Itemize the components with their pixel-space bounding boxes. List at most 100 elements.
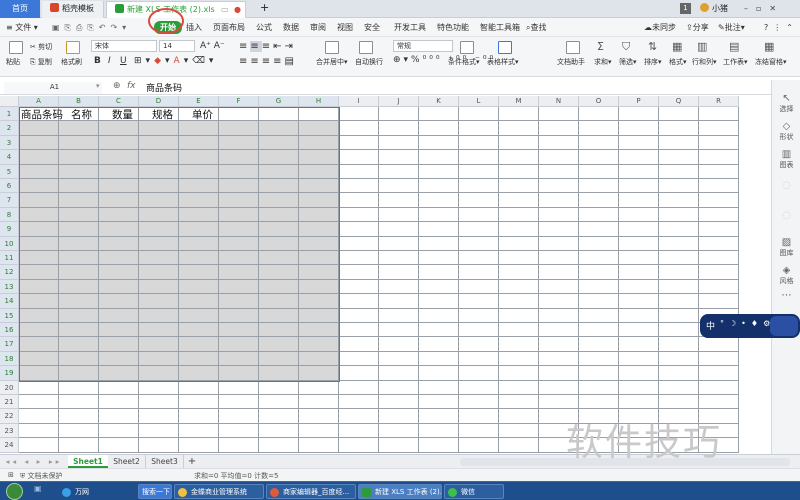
cell[interactable]	[379, 337, 419, 352]
cell[interactable]	[539, 251, 579, 266]
cell[interactable]	[699, 366, 739, 381]
cell[interactable]	[219, 423, 259, 439]
cell[interactable]	[659, 164, 699, 179]
menu-page-layout[interactable]: 页面布局	[213, 21, 245, 34]
cell[interactable]	[19, 395, 59, 410]
cell[interactable]	[499, 179, 539, 194]
cell[interactable]	[139, 380, 179, 395]
cell[interactable]	[379, 380, 419, 395]
menu-developer[interactable]: 开发工具	[394, 21, 426, 34]
cell[interactable]	[539, 380, 579, 395]
row-header-9[interactable]: 9	[0, 222, 19, 237]
column-header-q[interactable]: Q	[659, 96, 699, 107]
cell[interactable]	[499, 121, 539, 136]
cell[interactable]	[139, 409, 179, 424]
row-header-11[interactable]: 11	[0, 251, 19, 266]
cell[interactable]	[339, 409, 379, 424]
cell[interactable]	[419, 438, 459, 453]
paste-button[interactable]: 粘贴	[6, 57, 20, 67]
cell[interactable]	[539, 279, 579, 295]
cell[interactable]	[339, 279, 379, 295]
cell[interactable]	[539, 164, 579, 179]
cell[interactable]	[259, 380, 299, 395]
cell[interactable]	[379, 265, 419, 280]
sheet-button[interactable]: 工作表▾	[723, 57, 748, 67]
cell[interactable]	[539, 236, 579, 251]
menu-file[interactable]: ≡ 文件 ▾	[6, 21, 38, 34]
start-button[interactable]	[6, 483, 23, 500]
cell[interactable]	[59, 395, 99, 410]
cell[interactable]	[459, 251, 499, 266]
more-icon[interactable]: ⋯	[772, 290, 800, 301]
cell[interactable]	[699, 265, 739, 280]
cell[interactable]	[419, 150, 459, 165]
cell[interactable]	[539, 135, 579, 151]
cell[interactable]	[539, 294, 579, 309]
notification-badge[interactable]: 1	[680, 3, 691, 14]
row-header-24[interactable]: 24	[0, 438, 19, 453]
format-painter-button[interactable]: 格式刷	[61, 57, 82, 67]
cell[interactable]	[419, 265, 459, 280]
cell[interactable]	[419, 164, 459, 179]
cell[interactable]	[499, 337, 539, 352]
quick-access-icons[interactable]: ▣⎘⎙⎘↶↷▾	[52, 21, 131, 34]
cell[interactable]	[699, 121, 739, 136]
cell[interactable]	[699, 351, 739, 367]
cell[interactable]	[459, 236, 499, 251]
number-format-select[interactable]: 常规	[393, 40, 453, 52]
cell[interactable]	[499, 251, 539, 266]
cell[interactable]	[339, 193, 379, 208]
cell[interactable]	[539, 351, 579, 367]
cell[interactable]	[659, 179, 699, 194]
cell[interactable]	[339, 323, 379, 338]
cell[interactable]	[379, 294, 419, 309]
side-select[interactable]: ↖ 选择	[772, 93, 800, 114]
wrap-button[interactable]: 自动换行	[355, 57, 383, 67]
cell[interactable]	[139, 438, 179, 453]
sheet-tab-3[interactable]: Sheet3	[146, 455, 184, 468]
cell[interactable]	[339, 366, 379, 381]
cell[interactable]	[579, 222, 619, 237]
window-controls[interactable]: –▫✕	[744, 1, 784, 18]
row-header-17[interactable]: 17	[0, 337, 19, 352]
row-header-8[interactable]: 8	[0, 207, 19, 223]
font-select[interactable]: 宋体	[91, 40, 157, 52]
new-tab-button[interactable]: +	[252, 0, 269, 17]
close-tab-icon[interactable]: ●	[234, 2, 241, 18]
cell[interactable]	[379, 135, 419, 151]
cell[interactable]	[379, 121, 419, 136]
cell[interactable]	[499, 279, 539, 295]
cell[interactable]	[499, 265, 539, 280]
cell[interactable]	[539, 150, 579, 165]
cell[interactable]	[139, 423, 179, 439]
menu-smart-tools[interactable]: 智能工具箱	[480, 21, 520, 34]
cell[interactable]	[659, 323, 699, 338]
side-shape[interactable]: ◇ 形状	[772, 121, 800, 142]
cond-format-button[interactable]: 条件格式▾	[448, 57, 480, 67]
cell[interactable]	[579, 179, 619, 194]
cell[interactable]	[59, 423, 99, 439]
cell[interactable]	[179, 380, 219, 395]
zoom-fx-icon[interactable]: ⊕	[113, 81, 121, 91]
cell[interactable]	[619, 366, 659, 381]
comment-button[interactable]: ✎批注▾	[718, 21, 745, 34]
cell[interactable]	[699, 294, 739, 309]
sheet-tab-1[interactable]: Sheet1	[68, 455, 108, 468]
column-header-p[interactable]: P	[619, 96, 659, 107]
cell[interactable]	[379, 279, 419, 295]
cell[interactable]	[339, 337, 379, 352]
sheet-tab-2[interactable]: Sheet2	[108, 455, 146, 468]
header-cell-name[interactable]: 名称	[69, 108, 92, 122]
column-header-g[interactable]: G	[259, 96, 299, 107]
cell[interactable]	[419, 308, 459, 323]
cell[interactable]	[339, 236, 379, 251]
cell[interactable]	[459, 308, 499, 323]
cell[interactable]	[619, 179, 659, 194]
cell[interactable]	[59, 409, 99, 424]
align-top-icons[interactable]: ≡≡≡⇤⇥	[239, 41, 296, 52]
cell[interactable]	[299, 395, 339, 410]
cell[interactable]	[179, 409, 219, 424]
cell[interactable]	[659, 121, 699, 136]
freeze-button[interactable]: 冻结窗格▾	[755, 57, 787, 67]
tab-home[interactable]: 首页	[0, 0, 40, 18]
